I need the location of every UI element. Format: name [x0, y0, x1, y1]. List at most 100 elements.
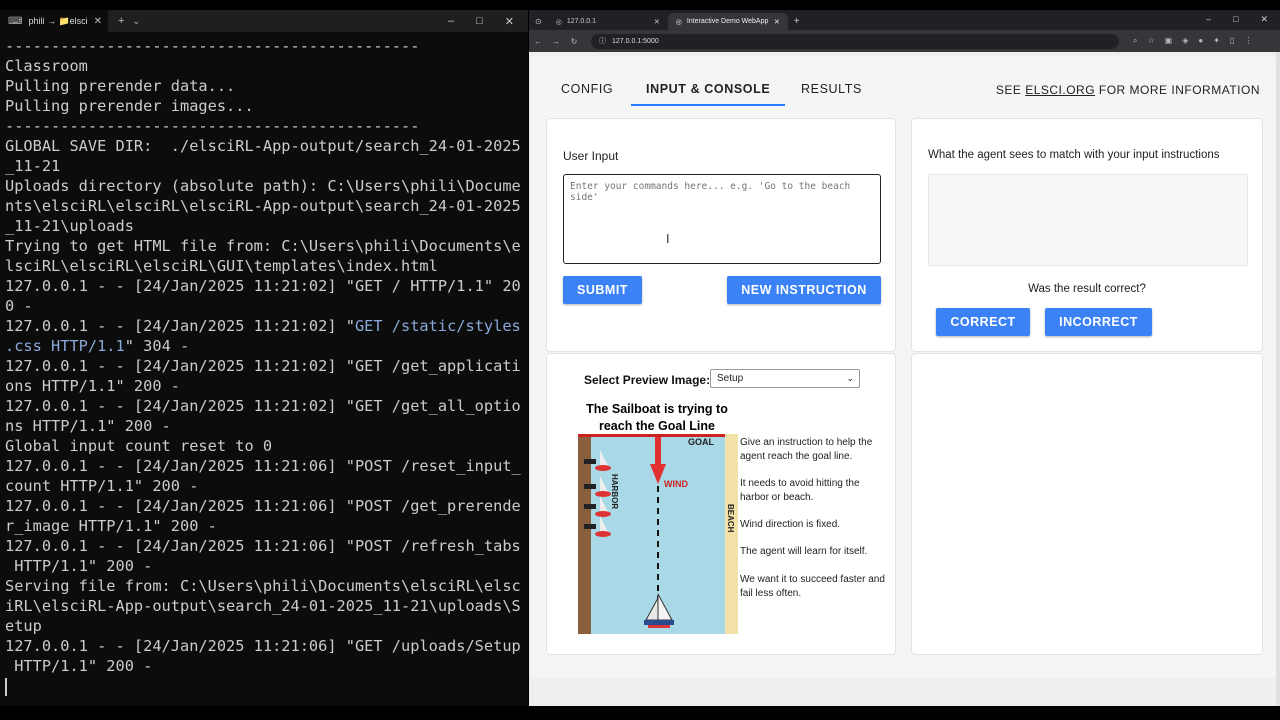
close-icon[interactable]: ✕ — [774, 18, 780, 26]
terminal-line: .css HTTP/1.1" 304 - — [5, 337, 190, 355]
instruction-text-5: We want it to succeed faster and fail le… — [740, 574, 885, 599]
terminal-line: nts\elsciRL\elsciRL\elsciRL-App-output\s… — [5, 197, 521, 215]
terminal-line: _11-21\uploads — [5, 217, 134, 235]
more-info-prefix: SEE — [995, 83, 1022, 97]
terminal-line: _11-21 — [5, 157, 61, 175]
terminal-line: Serving file from: C:\Users\phili\Docume… — [5, 577, 521, 595]
terminal-line: Pulling prerender images... — [5, 97, 254, 115]
terminal-line: Pulling prerender data... — [5, 77, 236, 95]
submit-button[interactable]: SUBMIT — [563, 276, 642, 304]
terminal-line: count HTTP/1.1" 200 - — [5, 477, 199, 495]
sidepanel-icon[interactable]: ▯ — [1230, 36, 1234, 46]
more-info-text: SEE ELSCI.ORG FOR MORE INFORMATION — [996, 83, 1260, 97]
close-window-icon[interactable]: ✕ — [1260, 14, 1268, 25]
maximize-icon[interactable]: □ — [476, 15, 483, 28]
user-input-label: User Input — [563, 149, 619, 163]
terminal-icon: ⌨ — [8, 15, 23, 27]
preview-panel: Select Preview Image: Setup ⌄ The Sailbo… — [546, 353, 896, 655]
user-input-panel: User Input I SUBMIT NEW INSTRUCTION — [546, 118, 896, 352]
extension-icon[interactable]: ◈ — [1182, 36, 1188, 46]
terminal-line: r_image HTTP/1.1" 200 - — [5, 517, 217, 535]
user-input-textarea[interactable] — [564, 175, 880, 263]
terminal-window: ⌨ phili → 📁elsciRL ✕ + ⌄ – □ ✕ ---------… — [0, 10, 528, 706]
elsci-link[interactable]: ELSCI.ORG — [1025, 83, 1095, 97]
more-info-suffix: FOR MORE INFORMATION — [1098, 83, 1260, 97]
app-container: CONFIG INPUT & CONSOLE RESULTS SEE ELSCI… — [531, 56, 1276, 678]
close-window-icon[interactable]: ✕ — [505, 15, 514, 28]
address-bar[interactable]: ⓘ 127.0.0.1:5000 — [591, 33, 1119, 49]
browser-tabbar: ⊙ ◎ 127.0.0.1 ✕ ◎ Interactive Demo WebAp… — [529, 10, 1280, 30]
terminal-line: Uploads directory (absolute path): C:\Us… — [5, 177, 521, 195]
extension-icon[interactable]: ● — [1198, 36, 1203, 46]
preview-select-label: Select Preview Image: — [584, 373, 711, 387]
new-instruction-button[interactable]: NEW INSTRUCTION — [727, 276, 881, 304]
correct-question: Was the result correct? — [1028, 283, 1146, 295]
browser-window: ⊙ ◎ 127.0.0.1 ✕ ◎ Interactive Demo WebAp… — [529, 10, 1280, 706]
terminal-line: ons HTTP/1.1" 200 - — [5, 377, 180, 395]
instruction-text-3: Wind direction is fixed. — [740, 519, 841, 530]
new-tab-icon[interactable]: + — [794, 16, 800, 27]
terminal-line: 0 - — [5, 297, 33, 315]
forward-arrow-icon[interactable]: → — [547, 37, 565, 46]
terminal-line: HTTP/1.1" 200 - — [5, 657, 153, 675]
browser-tab-title: 127.0.0.1 — [566, 18, 597, 25]
minimize-icon[interactable]: – — [448, 15, 454, 28]
page-viewport: CONFIG INPUT & CONSOLE RESULTS SEE ELSCI… — [529, 52, 1280, 706]
incorrect-button[interactable]: INCORRECT — [1045, 308, 1152, 336]
puzzle-icon[interactable]: ✦ — [1213, 36, 1220, 46]
terminal-line: 127.0.0.1 - - [24/Jan/2025 11:21:06] "PO… — [5, 457, 521, 475]
terminal-line: 127.0.0.1 - - [24/Jan/2025 11:21:02] "GE… — [5, 357, 521, 375]
tab-config[interactable]: CONFIG — [561, 82, 613, 96]
agent-match-label: What the agent sees to match with your i… — [928, 149, 1220, 161]
text-cursor-icon: I — [666, 232, 670, 246]
close-icon[interactable]: ✕ — [654, 18, 660, 26]
beach-strip — [725, 434, 738, 634]
harbor-label: HARBOR — [610, 474, 619, 509]
terminal-line: HTTP/1.1" 200 - — [5, 557, 153, 575]
correct-button[interactable]: CORRECT — [936, 308, 1030, 336]
instruction-text-2: It needs to avoid hitting the harbor or … — [740, 478, 860, 503]
terminal-line: 127.0.0.1 - - [24/Jan/2025 11:21:06] "PO… — [5, 537, 521, 555]
chevron-down-icon[interactable]: ⌄ — [132, 16, 140, 27]
terminal-line: etup — [5, 617, 42, 635]
browser-tab-2[interactable]: ◎ Interactive Demo WebApp ✕ — [667, 13, 788, 30]
globe-icon: ◎ — [555, 18, 562, 26]
goal-label: GOAL — [688, 437, 715, 447]
globe-icon: ◎ — [675, 18, 682, 26]
tab-input-console[interactable]: INPUT & CONSOLE — [631, 82, 786, 106]
site-info-icon[interactable]: ⓘ — [599, 36, 606, 46]
minimize-icon[interactable]: – — [1206, 14, 1211, 25]
user-input-box[interactable]: I — [563, 174, 881, 264]
terminal-cursor — [5, 677, 7, 696]
zoom-icon[interactable]: ⌕ — [1133, 36, 1137, 46]
preview-title: The Sailboat is trying to reach the Goal… — [586, 402, 728, 433]
maximize-icon[interactable]: □ — [1233, 14, 1238, 25]
empty-panel — [911, 353, 1263, 655]
terminal-line: ----------------------------------------… — [5, 37, 420, 55]
preview-image-select[interactable]: Setup ⌄ — [710, 369, 860, 388]
close-icon[interactable]: ✕ — [94, 16, 102, 27]
new-tab-icon[interactable]: + — [118, 15, 124, 27]
window-controls: – □ ✕ — [448, 15, 528, 28]
terminal-line: 127.0.0.1 - - [24/Jan/2025 11:21:02] "GE… — [5, 277, 521, 295]
extension-icon[interactable]: ▣ — [1165, 36, 1173, 46]
tab-search-icon[interactable]: ⊙ — [535, 17, 542, 26]
terminal-line: lsciRL\elsciRL\elsciRL\GUI\templates\ind… — [5, 257, 438, 275]
browser-tab-1[interactable]: ◎ 127.0.0.1 ✕ — [548, 13, 668, 30]
instruction-text-4: The agent will learn for itself. — [740, 546, 868, 557]
bookmark-star-icon[interactable]: ☆ — [1147, 36, 1154, 46]
reload-icon[interactable]: ↻ — [565, 37, 583, 46]
terminal-tab[interactable]: ⌨ phili → 📁elsciRL ✕ — [0, 10, 108, 32]
tab-results[interactable]: RESULTS — [801, 82, 862, 96]
terminal-output[interactable]: ----------------------------------------… — [0, 32, 528, 706]
sailboat-map-image: GOAL WIND HARBOR BEACH — [578, 434, 738, 634]
extensions-area: ⌕ ☆ ▣ ◈ ● ✦ ▯ ⋮ — [1133, 36, 1252, 46]
back-arrow-icon[interactable]: ← — [529, 37, 547, 46]
menu-icon[interactable]: ⋮ — [1244, 36, 1252, 46]
terminal-line: 127.0.0.1 - - [24/Jan/2025 11:21:06] "GE… — [5, 637, 521, 655]
url-text: 127.0.0.1:5000 — [612, 37, 659, 45]
preview-select-value: Setup — [717, 373, 744, 384]
terminal-line: GLOBAL SAVE DIR: ./elsciRL-App-output/se… — [5, 137, 521, 155]
terminal-line: iRL\elsciRL-App-output\search_24-01-2025… — [5, 597, 521, 615]
page-scrollbar[interactable] — [1276, 52, 1280, 706]
